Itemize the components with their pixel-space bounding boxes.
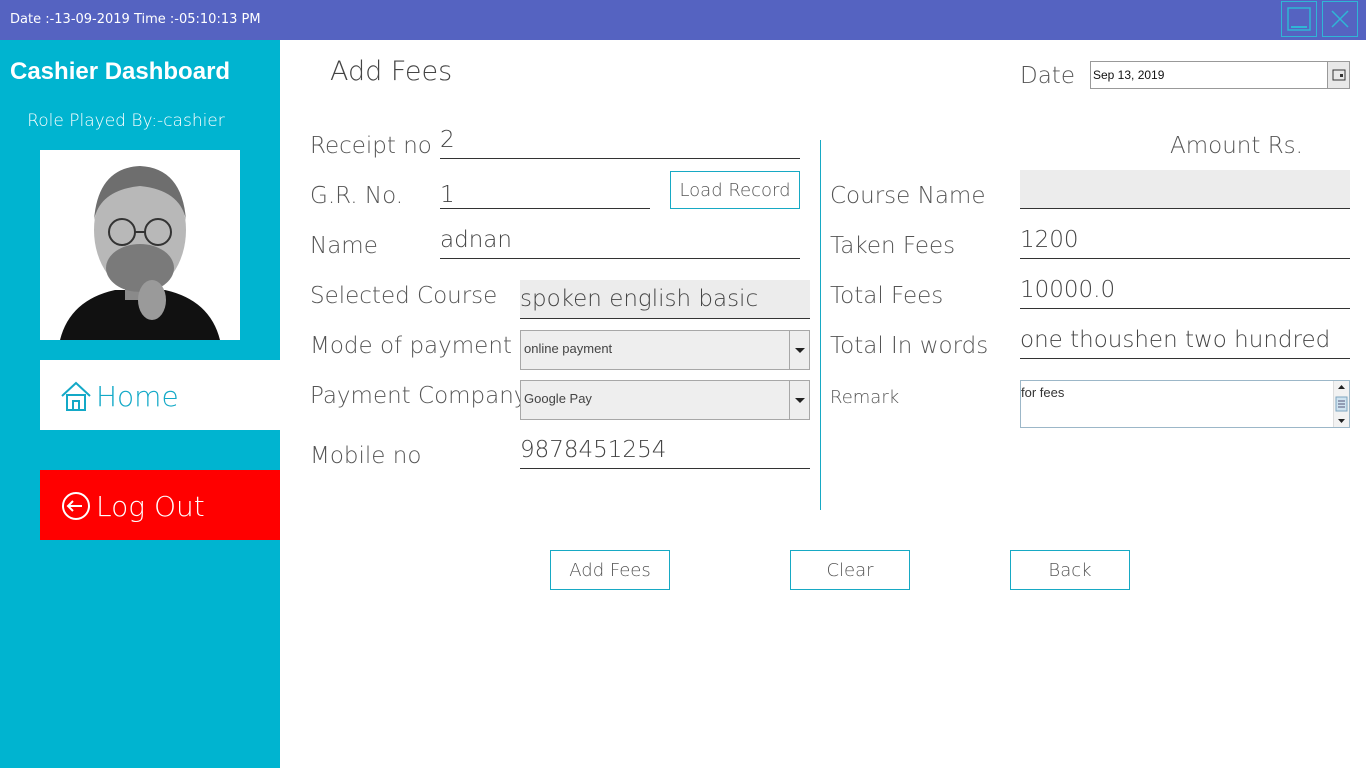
words-label: Total In words xyxy=(830,333,989,359)
amount-label: Amount Rs. xyxy=(1170,133,1303,159)
selected-course-underline xyxy=(520,318,810,319)
title-bar: Date :-13-09-2019 Time :-05:10:13 PM xyxy=(0,0,1366,40)
company-value: Google Pay xyxy=(524,391,592,406)
remark-scrollbar[interactable] xyxy=(1333,381,1349,427)
mode-value: online payment xyxy=(524,341,613,356)
close-button[interactable] xyxy=(1322,1,1358,37)
name-underline xyxy=(440,258,800,259)
minimize-button[interactable] xyxy=(1281,1,1317,37)
back-button[interactable]: Back xyxy=(1010,550,1130,590)
receipt-field[interactable]: 2 xyxy=(440,127,455,153)
calendar-button[interactable] xyxy=(1327,62,1349,88)
page-title: Add Fees xyxy=(330,56,453,87)
company-dropdown-button[interactable] xyxy=(789,381,809,419)
company-select[interactable]: Google Pay xyxy=(520,380,810,420)
name-field[interactable]: adnan xyxy=(440,227,512,253)
column-divider xyxy=(820,140,821,510)
dashboard-title: Cashier Dashboard xyxy=(10,58,231,85)
company-label: Payment Company xyxy=(310,383,528,409)
remark-label: Remark xyxy=(830,387,900,408)
mode-dropdown-button[interactable] xyxy=(789,331,809,369)
course-name-field[interactable] xyxy=(1020,170,1350,208)
mode-select[interactable]: online payment xyxy=(520,330,810,370)
chevron-down-icon xyxy=(795,348,805,353)
taken-fees-label: Taken Fees xyxy=(830,233,956,259)
chevron-down-icon xyxy=(795,398,805,403)
total-fees-underline xyxy=(1020,308,1350,309)
remark-value: for fees xyxy=(1021,385,1065,400)
home-icon xyxy=(61,381,91,411)
remark-textarea[interactable]: for fees xyxy=(1020,380,1350,428)
selected-course-value: spoken english basic xyxy=(520,286,759,312)
mobile-underline xyxy=(520,468,810,469)
mobile-label: Mobile no xyxy=(310,443,422,469)
gr-label: G.R. No. xyxy=(310,183,404,209)
receipt-underline xyxy=(440,158,800,159)
add-fees-button[interactable]: Add Fees xyxy=(550,550,670,590)
name-label: Name xyxy=(310,233,378,259)
role-label: Role Played By:-cashier xyxy=(27,111,225,131)
total-fees-label: Total Fees xyxy=(830,283,944,309)
logout-icon xyxy=(62,492,90,520)
date-picker[interactable]: Sep 13, 2019 xyxy=(1090,61,1350,89)
calendar-icon xyxy=(1332,69,1346,81)
close-icon xyxy=(1331,10,1349,28)
course-name-label: Course Name xyxy=(830,183,986,209)
datetime-label: Date :-13-09-2019 Time :-05:10:13 PM xyxy=(10,12,261,27)
selected-course-label: Selected Course xyxy=(310,283,498,309)
load-record-button[interactable]: Load Record xyxy=(670,171,800,209)
logout-label: Log Out xyxy=(96,490,205,523)
words-underline xyxy=(1020,358,1350,359)
mode-label: Mode of payment xyxy=(310,333,512,359)
mobile-field[interactable]: 9878451254 xyxy=(520,437,666,463)
gr-underline xyxy=(440,208,650,209)
words-field[interactable]: one thoushen two hundred xyxy=(1020,327,1330,353)
minimize-icon xyxy=(1287,7,1311,31)
gr-field[interactable]: 1 xyxy=(440,182,455,208)
date-label: Date xyxy=(1020,63,1075,89)
date-value: Sep 13, 2019 xyxy=(1093,68,1165,82)
total-fees-field[interactable]: 10000.0 xyxy=(1020,277,1115,303)
clear-button[interactable]: Clear xyxy=(790,550,910,590)
avatar xyxy=(40,150,240,340)
taken-fees-field[interactable]: 1200 xyxy=(1020,227,1079,253)
taken-fees-underline xyxy=(1020,258,1350,259)
sidebar-item-home[interactable]: Home xyxy=(40,360,280,430)
receipt-label: Receipt no xyxy=(310,133,432,159)
course-name-underline xyxy=(1020,208,1350,209)
logout-button[interactable]: Log Out xyxy=(40,470,280,540)
sidebar-item-label: Home xyxy=(96,380,179,413)
